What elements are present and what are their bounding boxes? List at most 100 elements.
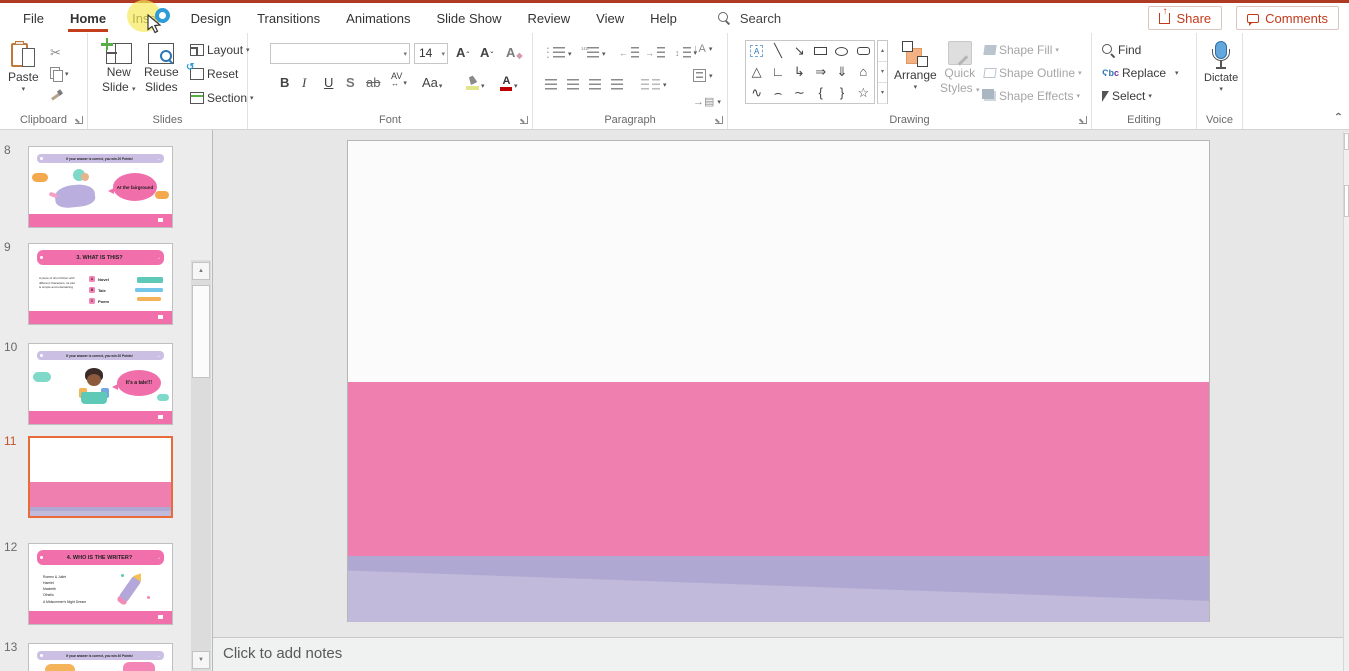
italic-button[interactable]: I [302,75,306,91]
align-right-button[interactable] [589,79,601,90]
slide-thumbnail-11-selected[interactable] [28,436,173,518]
shape-star-icon[interactable]: ☆ [858,85,870,101]
shape-textbox-icon[interactable]: A [750,45,763,57]
clipboard-dialog-launcher-icon[interactable] [75,116,83,124]
format-painter-button[interactable] [50,89,63,101]
gallery-up-icon[interactable]: ▴ [878,41,887,62]
text-highlight-button[interactable]: ▾ [466,75,485,90]
align-center-button[interactable] [567,79,579,90]
comments-button[interactable]: Comments [1236,6,1339,30]
editor-scrollbar[interactable] [1343,132,1349,671]
notes-pane[interactable]: Click to add notes [213,638,1349,671]
drawing-dialog-launcher-icon[interactable] [1079,116,1087,124]
shape-effects-button[interactable]: Shape Effects▾ [984,89,1080,103]
slide-thumbnail-10[interactable]: If your answer is correct, you win 20 Po… [28,343,173,425]
new-slide-button[interactable]: New Slide ▾ [102,43,136,94]
editor-scrollbar-thumb[interactable] [1344,185,1349,217]
search-box[interactable]: Search [718,11,781,26]
paste-button[interactable]: Paste ▾ [8,41,39,93]
shape-outline-button[interactable]: Shape Outline▾ [984,66,1082,80]
menu-insert[interactable]: Insert [119,3,178,33]
shape-oval-icon[interactable] [835,47,848,56]
slide-thumbnail-12[interactable]: 4. WHO IS THE WRITER?→ Romeo & Juliet Ha… [28,543,173,625]
font-name-combo[interactable]: ▾ [270,43,410,64]
decrease-indent-button[interactable]: ← [619,47,639,58]
align-text-button[interactable]: ▾ [693,69,713,82]
font-dialog-launcher-icon[interactable] [520,116,528,124]
shape-rectangle-icon[interactable] [814,47,827,55]
scroll-up-icon[interactable]: ▲ [192,262,210,280]
font-size-input[interactable] [419,46,433,60]
slide-thumbnail-9[interactable]: 3. WHAT IS THIS?→ A piece of short ficti… [28,243,173,325]
reset-button[interactable]: Reset [190,67,238,81]
text-direction-button[interactable]: ↓A▾ [693,43,712,55]
strikethrough-button[interactable]: ab [366,75,380,90]
collapse-ribbon-icon[interactable]: ⌃ [1334,111,1343,121]
thumbnail-scrollbar[interactable]: ▲ ▼ [191,260,211,671]
shape-down-arrow-icon[interactable]: ⇓ [837,64,848,80]
menu-slideshow[interactable]: Slide Show [423,3,514,33]
shape-line-icon[interactable]: ╲ [774,43,782,59]
slide-thumbnail-8[interactable]: If your answer is correct, you win 20 Po… [28,146,173,228]
columns-button[interactable]: ▾ [641,79,667,90]
increase-indent-button[interactable]: → [645,47,665,58]
gallery-down-icon[interactable]: ▾ [878,62,887,83]
character-spacing-button[interactable]: AV↔▾ [391,73,407,87]
shape-elbow-icon[interactable]: ∟ [772,64,785,79]
section-button[interactable]: Section▾ [190,91,254,105]
scroll-down-icon[interactable]: ▼ [192,651,210,669]
share-button[interactable]: Share [1148,6,1222,30]
menu-help[interactable]: Help [637,3,690,33]
editor-scroll-up[interactable] [1344,133,1349,150]
grow-font-button[interactable]: Aˆ [456,45,469,60]
bullets-button[interactable]: ▾ [547,47,572,61]
shape-plaque-icon[interactable]: ⌂ [859,64,867,79]
convert-smartart-button[interactable]: →▤▾ [693,95,721,108]
shape-scribble-icon[interactable]: ∿ [751,85,762,101]
font-size-combo[interactable]: ▾ [414,43,448,64]
menu-home[interactable]: Home [57,3,119,33]
shape-curve-icon[interactable]: ∼ [794,85,805,101]
menu-file[interactable]: File [10,3,57,33]
menu-review[interactable]: Review [515,3,584,33]
shape-rounded-rectangle-icon[interactable] [857,47,870,55]
shadow-button[interactable]: S [346,75,355,90]
slide-canvas[interactable] [347,140,1210,622]
arrange-button[interactable]: Arrange ▾ [894,41,937,91]
slide-pink-band[interactable] [348,382,1209,556]
reuse-slides-button[interactable]: Reuse Slides [144,43,179,94]
layout-button[interactable]: Layout▾ [190,43,250,57]
bold-button[interactable]: B [280,75,289,90]
cut-button[interactable]: ✂ [50,45,61,61]
shape-arc-icon[interactable]: ⌢ [774,85,783,101]
notes-placeholder[interactable]: Click to add notes [223,645,342,662]
clear-formatting-button[interactable]: A◆ [506,45,523,60]
numbering-button[interactable]: ▾ [581,47,606,61]
font-name-input[interactable] [275,46,395,60]
shape-elbow-arrow-icon[interactable]: ↳ [794,64,805,80]
shape-right-brace-icon[interactable]: } [840,85,844,100]
shape-triangle-icon[interactable]: △ [752,64,762,80]
justify-button[interactable] [611,79,623,90]
replace-button[interactable]: ϚbcReplace▾ [1102,66,1179,80]
gallery-more-icon[interactable]: ▾ [878,83,887,104]
quick-styles-button[interactable]: Quick Styles ▾ [940,41,980,95]
shape-arrow-line-icon[interactable]: ↘ [794,43,805,59]
select-button[interactable]: Select▾ [1102,89,1152,103]
shrink-font-button[interactable]: Aˇ [480,45,493,60]
slide-thumbnail-13[interactable]: If your answer is correct, you win 40 Po… [28,643,173,671]
menu-animations[interactable]: Animations [333,3,423,33]
shape-fill-button[interactable]: Shape Fill▾ [984,43,1059,57]
menu-transitions[interactable]: Transitions [244,3,333,33]
shape-left-brace-icon[interactable]: { [818,85,822,100]
scrollbar-thumb[interactable] [192,285,210,378]
align-left-button[interactable] [545,79,557,90]
paragraph-dialog-launcher-icon[interactable] [715,116,723,124]
change-case-button[interactable]: Aa▾ [422,75,442,90]
menu-design[interactable]: Design [178,3,244,33]
underline-button[interactable]: U [324,75,333,90]
slide-purple-band[interactable] [348,556,1209,622]
shape-right-arrow-icon[interactable]: ⇒ [815,64,826,80]
find-button[interactable]: Find [1102,43,1141,57]
paste-dropdown-icon[interactable]: ▾ [22,85,26,93]
